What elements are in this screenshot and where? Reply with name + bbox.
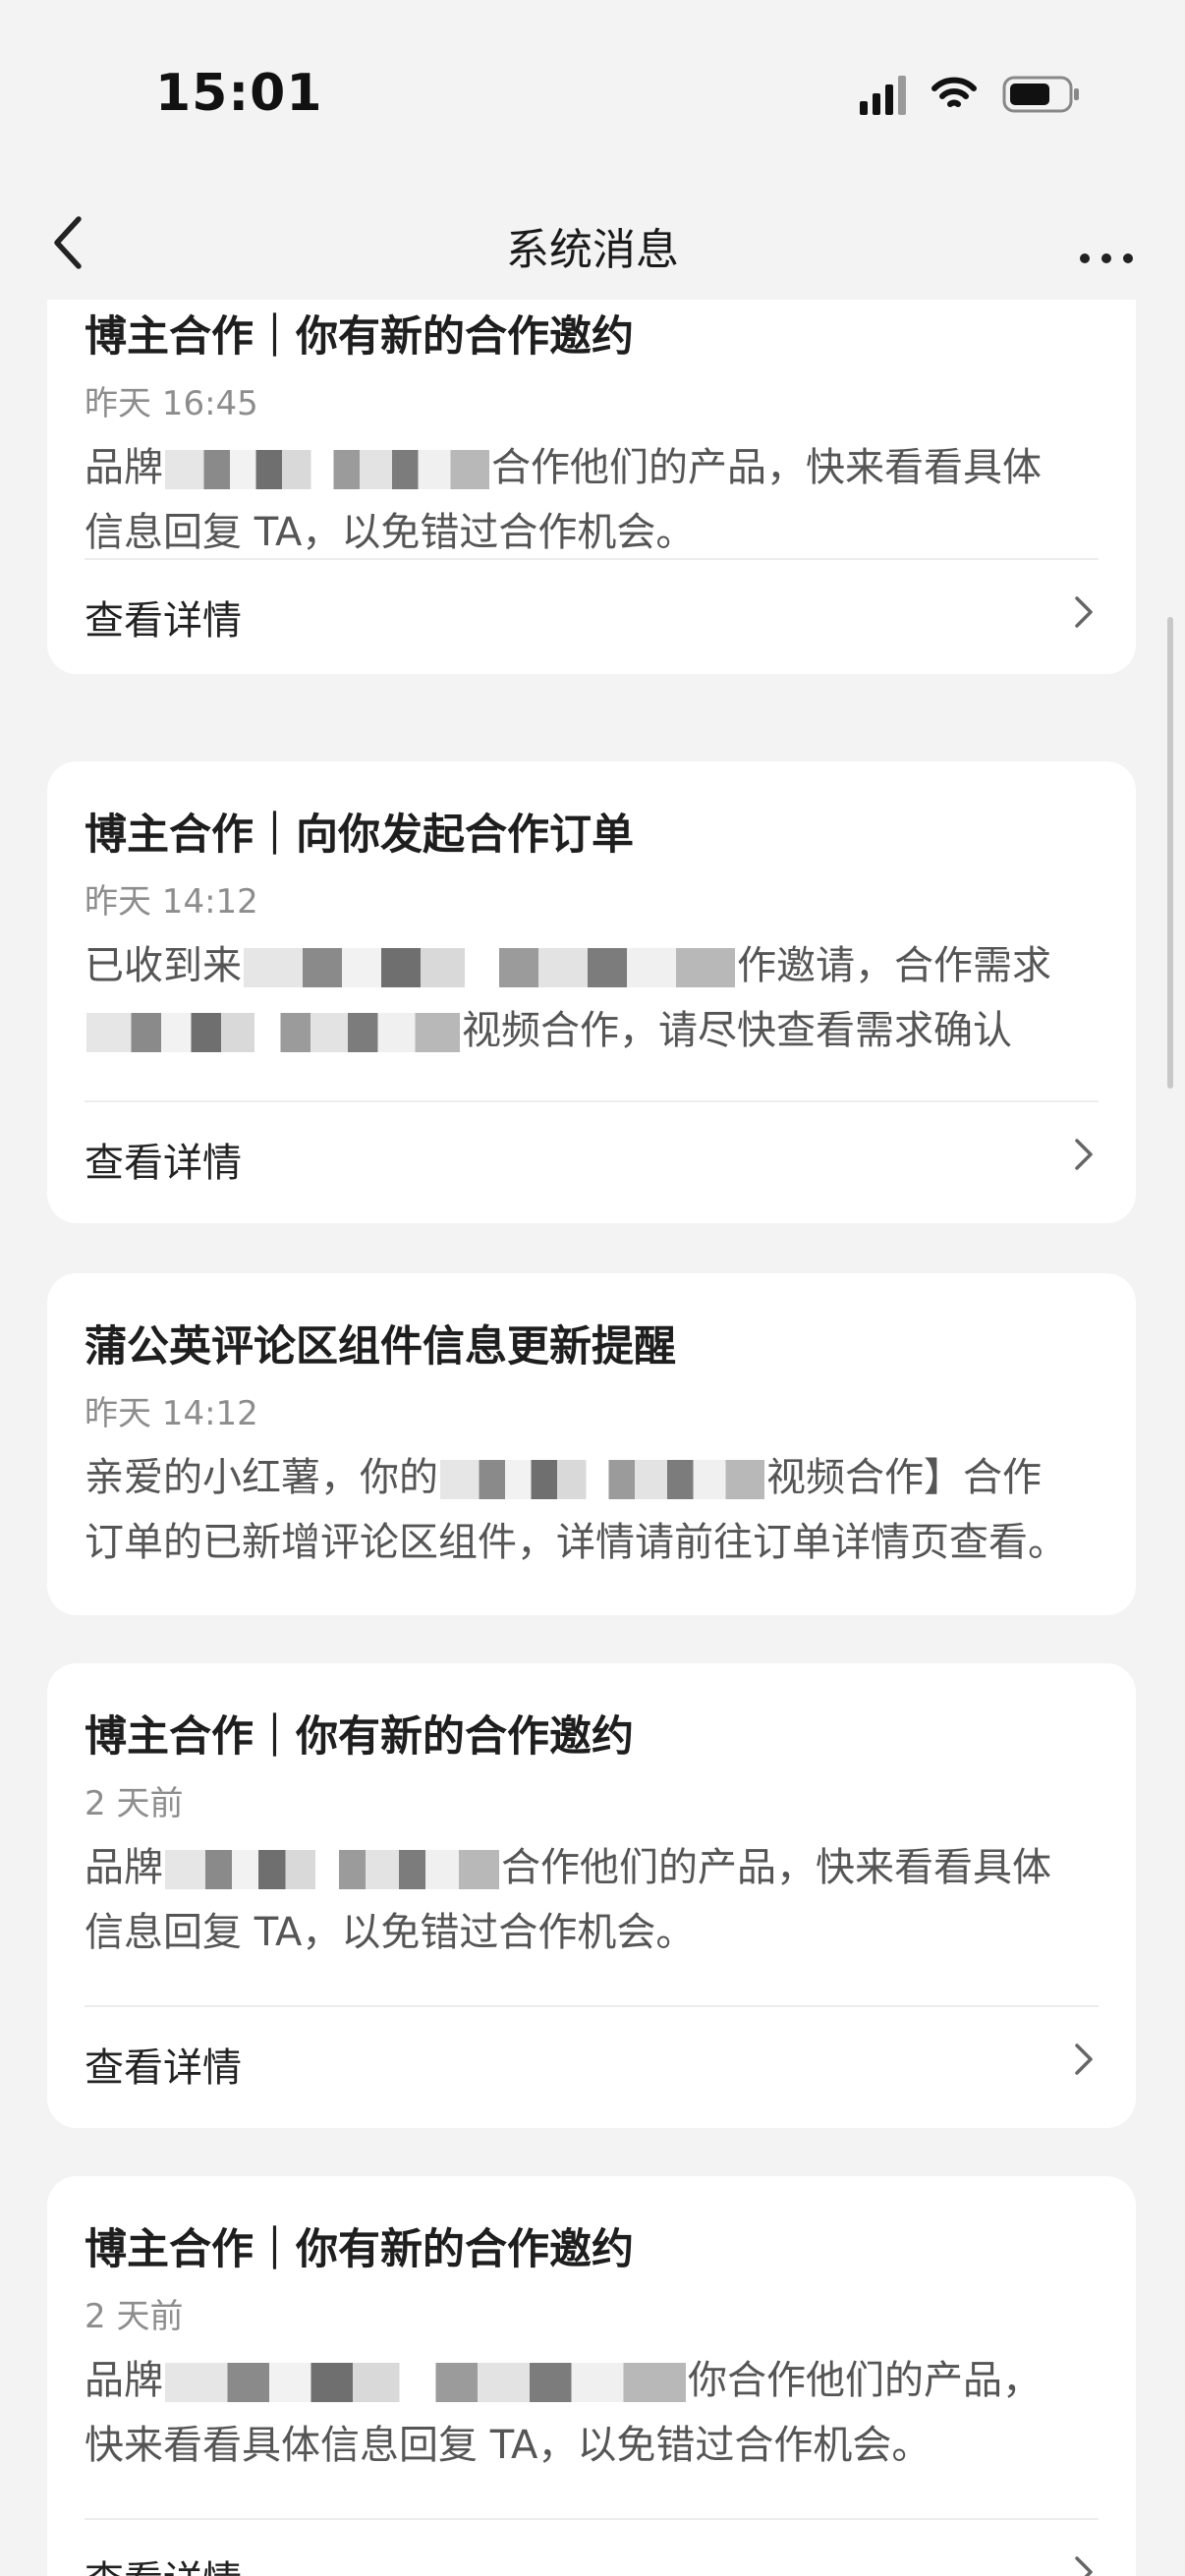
message-card[interactable]: 蒲公英评论区组件信息更新提醒 昨天 14:12 亲爱的小红薯，你的 视频合作】合作… <box>47 1273 1136 1615</box>
more-horizontal-icon <box>1080 253 1133 263</box>
message-text: 订单的已新增评论区组件，详情请前往订单详情页查看。 <box>85 1520 1067 1565</box>
divider <box>85 2005 1099 2007</box>
message-text: 合作他们的产品，快来看看具体 <box>491 445 1042 490</box>
view-details-row[interactable]: 查看详情 <box>85 2008 1099 2106</box>
message-time: 昨天 16:45 <box>85 384 258 423</box>
message-text: 合作他们的产品，快来看看具体 <box>501 1845 1051 1890</box>
view-details-label: 查看详情 <box>85 1141 242 1186</box>
view-details-label: 查看详情 <box>85 2045 242 2091</box>
message-card[interactable]: 博主合作｜你有新的合作邀约 2 天前 品牌 你合作他们的产品， 快来看看具体信息回… <box>47 2176 1136 2576</box>
message-list[interactable]: 博主合作｜你有新的合作邀约 昨天 16:45 品牌 合作他们的产品，快来看看具体 … <box>0 295 1185 2576</box>
message-text: 品牌 <box>85 2358 163 2403</box>
message-card[interactable]: 博主合作｜你有新的合作邀约 昨天 16:45 品牌 合作他们的产品，快来看看具体 … <box>47 295 1136 674</box>
message-title: 博主合作｜你有新的合作邀约 <box>85 1712 634 1762</box>
message-text: 你合作他们的产品， <box>688 2358 1042 2403</box>
redacted-text <box>165 2363 686 2402</box>
message-title: 博主合作｜向你发起合作订单 <box>85 811 634 860</box>
redacted-text <box>165 1850 499 1889</box>
message-text: 作邀请，合作需求 <box>737 943 1051 988</box>
view-details-row[interactable]: 查看详情 <box>85 1103 1099 1202</box>
message-text: 亲爱的小红薯，你的 <box>85 1455 438 1500</box>
message-card[interactable]: 博主合作｜向你发起合作订单 昨天 14:12 已收到来 作邀请，合作需求 视频合作… <box>47 761 1136 1223</box>
message-text: 已收到来 <box>85 943 242 988</box>
message-time: 昨天 14:12 <box>85 882 258 922</box>
message-text: 信息回复 TA，以免错过合作机会。 <box>85 1910 696 1955</box>
redacted-text <box>165 450 489 489</box>
chevron-right-icon <box>1075 2044 1093 2075</box>
view-details-label: 查看详情 <box>85 2548 242 2576</box>
message-body: 品牌 合作他们的产品，快来看看具体 信息回复 TA，以免错过合作机会。 <box>85 1835 1116 1965</box>
message-body: 品牌 合作他们的产品，快来看看具体 信息回复 TA，以免错过合作机会。 <box>85 435 1116 565</box>
redacted-text <box>244 948 735 987</box>
scrollbar[interactable] <box>1167 617 1173 1089</box>
message-time: 昨天 14:12 <box>85 1394 258 1433</box>
status-time: 15:01 <box>155 64 323 123</box>
page-title: 系统消息 <box>506 225 679 275</box>
view-details-label: 查看详情 <box>85 598 242 644</box>
message-text: 快来看看具体信息回复 TA，以免错过合作机会。 <box>85 2423 931 2468</box>
message-time: 2 天前 <box>85 2297 184 2336</box>
chevron-right-icon <box>1075 1139 1093 1170</box>
navigation-bar: 系统消息 <box>0 187 1185 300</box>
status-bar: 15:01 <box>0 0 1185 187</box>
status-icons <box>860 74 1081 115</box>
chevron-right-icon <box>1075 2556 1093 2576</box>
message-body: 已收到来 作邀请，合作需求 视频合作，请尽快查看需求确认 <box>85 933 1116 1063</box>
view-details-row[interactable]: 查看详情 <box>85 561 1099 659</box>
battery-icon <box>1002 75 1081 114</box>
view-details-row[interactable]: 查看详情 <box>85 2521 1099 2576</box>
divider <box>85 2518 1099 2520</box>
message-text: 信息回复 TA，以免错过合作机会。 <box>85 510 696 555</box>
message-text: 品牌 <box>85 445 163 490</box>
message-time: 2 天前 <box>85 1784 184 1823</box>
divider <box>85 1100 1099 1102</box>
message-title: 博主合作｜你有新的合作邀约 <box>85 2225 634 2274</box>
wifi-icon <box>931 77 977 112</box>
message-title: 博主合作｜你有新的合作邀约 <box>85 312 634 362</box>
cellular-signal-icon <box>860 74 906 115</box>
message-text: 品牌 <box>85 1845 163 1890</box>
message-title: 蒲公英评论区组件信息更新提醒 <box>85 1322 676 1372</box>
message-body: 亲爱的小红薯，你的 视频合作】合作 订单的已新增评论区组件，详情请前往订单详情页查… <box>85 1445 1116 1575</box>
message-text: 视频合作】合作 <box>766 1455 1042 1500</box>
message-text: 视频合作，请尽快查看需求确认 <box>462 1008 1012 1053</box>
message-body: 品牌 你合作他们的产品， 快来看看具体信息回复 TA，以免错过合作机会。 <box>85 2348 1116 2478</box>
more-button[interactable] <box>1067 214 1146 273</box>
chevron-right-icon <box>1075 596 1093 628</box>
redacted-text <box>86 1013 460 1052</box>
redacted-text <box>440 1460 764 1499</box>
message-card[interactable]: 博主合作｜你有新的合作邀约 2 天前 品牌 合作他们的产品，快来看看具体 信息回复… <box>47 1663 1136 2128</box>
divider <box>85 558 1099 560</box>
